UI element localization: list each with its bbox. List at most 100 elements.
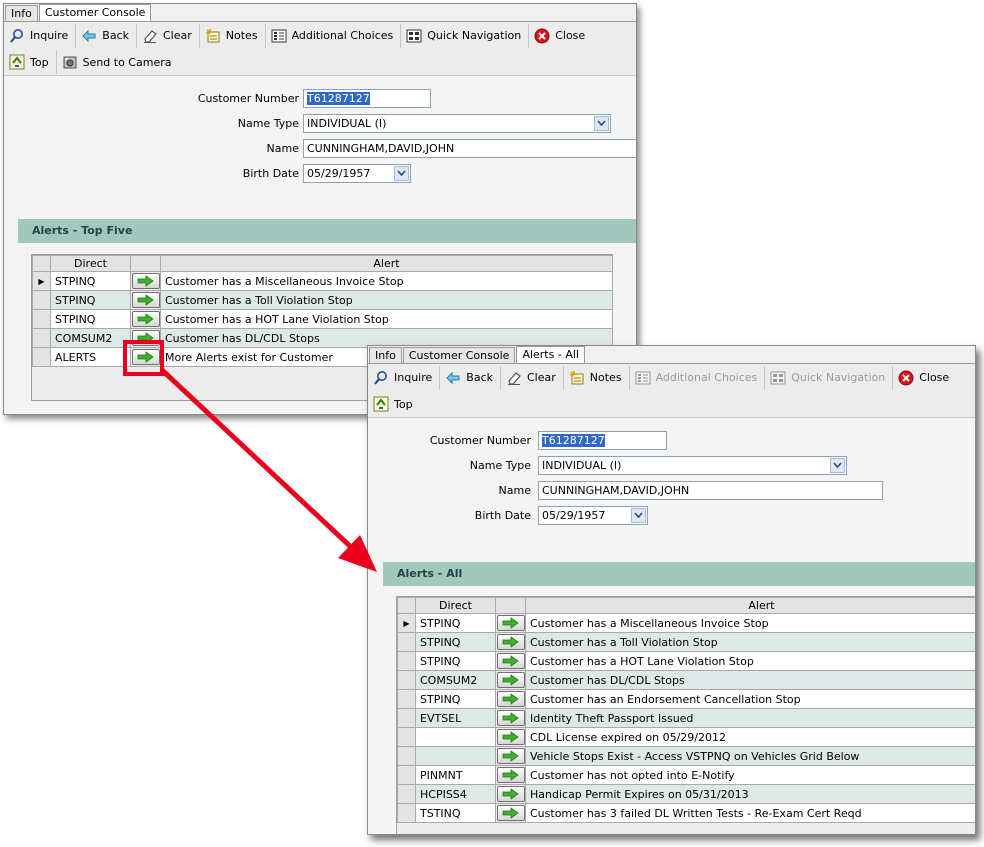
table-row[interactable]: CDL License expired on 05/29/2012 [397, 727, 975, 747]
direct-cell[interactable]: EVTSEL [415, 708, 496, 728]
name-field[interactable]: CUNNINGHAM,DAVID,JOHN [538, 481, 883, 500]
alert-cell[interactable]: Customer has a HOT Lane Violation Stop [160, 309, 613, 329]
direct-cell[interactable]: COMSUM2 [415, 670, 496, 690]
column-header-direct[interactable]: Direct [415, 597, 496, 614]
notes-button[interactable]: Notes [564, 365, 630, 390]
table-row[interactable]: PINMNT Customer has not opted into E-Noti… [397, 765, 975, 785]
table-row[interactable]: STPINQ Customer has a HOT Lane Violation … [32, 309, 613, 329]
go-arrow-button[interactable] [497, 748, 525, 764]
alert-cell[interactable]: Customer has an Endorsement Cancellation… [525, 689, 975, 709]
top-button[interactable]: Top [368, 392, 420, 416]
table-row[interactable]: COMSUM2 Customer has DL/CDL Stops [397, 670, 975, 690]
close-button[interactable]: Close [893, 366, 956, 390]
chevron-down-icon[interactable] [830, 458, 845, 473]
chevron-down-icon[interactable] [594, 116, 609, 131]
alert-cell[interactable]: Vehicle Stops Exist - Access VSTPNQ on V… [525, 746, 975, 766]
alert-cell[interactable]: Customer has a HOT Lane Violation Stop [525, 651, 975, 671]
direct-cell[interactable]: STPINQ [415, 632, 496, 652]
row-header[interactable] [397, 651, 416, 671]
column-header-alert[interactable]: Alert [525, 597, 975, 614]
name-type-select[interactable]: INDIVIDUAL (I) [538, 456, 847, 475]
go-arrow-button[interactable] [497, 710, 525, 726]
table-row[interactable]: Vehicle Stops Exist - Access VSTPNQ on V… [397, 746, 975, 766]
table-row[interactable]: ▶ STPINQ Customer has a Miscellaneous Invo… [397, 613, 975, 633]
go-arrow-button[interactable] [497, 805, 525, 821]
tab-alerts-all[interactable]: Alerts - All [516, 346, 585, 363]
name-type-select[interactable]: INDIVIDUAL (I) [303, 114, 611, 133]
alert-cell[interactable]: Customer has a Miscellaneous Invoice Sto… [525, 613, 975, 633]
row-header[interactable] [397, 708, 416, 728]
row-header[interactable] [397, 670, 416, 690]
current-row-indicator-icon[interactable]: ▶ [32, 271, 51, 291]
table-row[interactable]: HCPISS4 Handicap Permit Expires on 05/31/… [397, 784, 975, 804]
direct-cell[interactable]: HCPISS4 [415, 784, 496, 804]
direct-cell[interactable] [415, 727, 496, 747]
row-header[interactable] [397, 689, 416, 709]
table-row[interactable]: TSTINQ Customer has 3 failed DL Written T… [397, 803, 975, 823]
direct-cell[interactable]: STPINQ [415, 689, 496, 709]
tab-customer-console[interactable]: Customer Console [402, 347, 516, 363]
direct-cell[interactable] [415, 746, 496, 766]
row-header[interactable] [397, 765, 416, 785]
go-arrow-button[interactable] [497, 786, 525, 802]
go-arrow-button[interactable] [132, 292, 160, 308]
alert-cell[interactable]: Identity Theft Passport Issued [525, 708, 975, 728]
row-header[interactable] [397, 746, 416, 766]
row-header[interactable] [32, 347, 51, 367]
quick-navigation-button[interactable]: Quick Navigation [401, 23, 530, 48]
alert-cell[interactable]: Customer has 3 failed DL Written Tests -… [525, 803, 975, 823]
row-header[interactable] [397, 727, 416, 747]
row-header[interactable] [397, 784, 416, 804]
row-header[interactable] [397, 632, 416, 652]
direct-cell[interactable]: COMSUM2 [50, 328, 131, 348]
inquire-button[interactable]: Inquire [4, 23, 77, 48]
current-row-indicator-icon[interactable]: ▶ [397, 613, 416, 633]
table-row[interactable]: STPINQ Customer has an Endorsement Cancel… [397, 689, 975, 709]
go-arrow-button[interactable] [497, 691, 525, 707]
alert-cell[interactable]: Customer has not opted into E-Notify [525, 765, 975, 785]
direct-cell[interactable]: ALERTS [50, 347, 131, 367]
go-arrow-button[interactable] [497, 672, 525, 688]
column-header-alert[interactable]: Alert [160, 255, 613, 272]
column-header-direct[interactable]: Direct [50, 255, 131, 272]
go-arrow-button[interactable] [132, 349, 160, 365]
row-header[interactable] [397, 803, 416, 823]
top-button[interactable]: Top [4, 50, 57, 74]
go-arrow-button[interactable] [497, 653, 525, 669]
notes-button[interactable]: Notes [200, 23, 266, 48]
row-header[interactable] [32, 328, 51, 348]
additional-choices-button[interactable]: Additional Choices [630, 365, 766, 390]
go-arrow-button[interactable] [497, 615, 525, 631]
alert-cell[interactable]: Handicap Permit Expires on 05/31/2013 [525, 784, 975, 804]
inquire-button[interactable]: Inquire [368, 365, 441, 390]
alert-cell[interactable]: Customer has DL/CDL Stops [525, 670, 975, 690]
table-row[interactable]: ▶ STPINQ Customer has a Miscellaneous Invo… [32, 271, 613, 291]
quick-navigation-button[interactable]: Quick Navigation [765, 365, 894, 390]
customer-number-field[interactable]: T61287127 [538, 431, 667, 450]
birth-date-picker[interactable]: 05/29/1957 [538, 506, 648, 525]
table-row[interactable]: STPINQ Customer has a HOT Lane Violation … [397, 651, 975, 671]
go-arrow-button[interactable] [132, 311, 160, 327]
chevron-down-icon[interactable] [631, 508, 646, 523]
row-header[interactable] [32, 290, 51, 310]
alert-cell[interactable]: Customer has a Toll Violation Stop [160, 290, 613, 310]
alert-cell[interactable]: Customer has a Miscellaneous Invoice Sto… [160, 271, 613, 291]
go-arrow-button[interactable] [497, 729, 525, 745]
table-row[interactable]: EVTSEL Identity Theft Passport Issued [397, 708, 975, 728]
tab-customer-console[interactable]: Customer Console [38, 4, 152, 21]
row-header[interactable] [32, 309, 51, 329]
chevron-down-icon[interactable] [394, 166, 409, 181]
direct-cell[interactable]: STPINQ [415, 613, 496, 633]
additional-choices-button[interactable]: Additional Choices [266, 23, 402, 48]
back-button[interactable]: Back [76, 23, 137, 48]
back-button[interactable]: Back [440, 365, 501, 390]
go-arrow-button[interactable] [132, 330, 160, 346]
go-arrow-button[interactable] [497, 634, 525, 650]
direct-cell[interactable]: STPINQ [50, 271, 131, 291]
alert-cell[interactable]: CDL License expired on 05/29/2012 [525, 727, 975, 747]
birth-date-picker[interactable]: 05/29/1957 [303, 164, 411, 183]
tab-info[interactable]: Info [5, 5, 38, 21]
close-button[interactable]: Close [529, 24, 592, 48]
tab-info[interactable]: Info [369, 347, 402, 363]
go-arrow-button[interactable] [132, 273, 160, 289]
